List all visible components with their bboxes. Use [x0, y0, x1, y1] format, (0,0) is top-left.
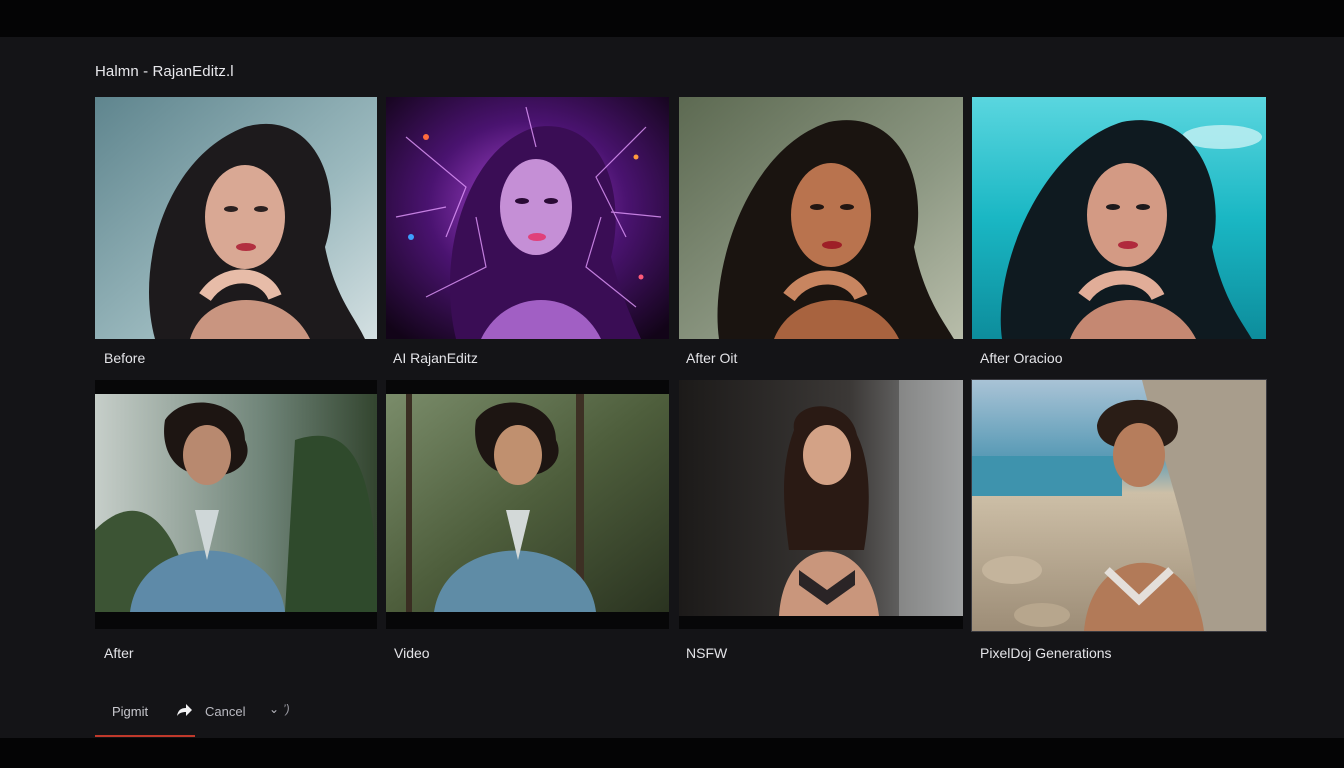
bottom-letterbox	[0, 738, 1344, 768]
portrait-image	[972, 380, 1266, 631]
thumb-caption: Video	[394, 645, 430, 661]
gallery-thumb-after[interactable]	[95, 380, 377, 629]
tab-print[interactable]: Pigmit	[112, 704, 148, 719]
portrait-image	[386, 97, 669, 339]
extra-mark: ’)	[283, 702, 290, 716]
share-arrow-icon[interactable]	[175, 701, 195, 721]
portrait-image	[679, 380, 963, 629]
portrait-image	[95, 97, 377, 339]
active-tab-indicator	[95, 735, 195, 737]
thumb-caption: AI RajanEditz	[393, 350, 478, 366]
bottom-toolbar: Pigmit Cancel ⌄ ’)	[95, 694, 395, 737]
thumb-caption: After Oit	[686, 350, 738, 366]
chevron-down-icon[interactable]: ⌄	[269, 702, 279, 716]
gallery-thumb-pixeldoj[interactable]	[971, 379, 1267, 632]
gallery-thumb-ai[interactable]	[386, 97, 669, 339]
gallery-thumb-after-oracioo[interactable]	[972, 97, 1266, 339]
cancel-button[interactable]: Cancel	[205, 704, 245, 719]
video-image	[386, 380, 669, 629]
gallery-thumb-before[interactable]	[95, 97, 377, 339]
portrait-image	[679, 97, 963, 339]
page-title: Halmn - RajanEditz.l	[95, 63, 234, 80]
gallery-thumb-after-oit[interactable]	[679, 97, 963, 339]
thumb-caption: After Oracioo	[980, 350, 1063, 366]
portrait-image	[95, 380, 377, 629]
gallery-thumb-video[interactable]	[386, 380, 669, 629]
top-letterbox	[0, 0, 1344, 37]
thumb-caption: PixelDoj Generations	[980, 645, 1112, 661]
thumb-caption: After	[104, 645, 134, 661]
gallery-thumb-nsfw[interactable]	[679, 380, 963, 629]
thumb-caption: NSFW	[686, 645, 728, 661]
thumb-caption: Before	[104, 350, 146, 366]
portrait-image	[972, 97, 1266, 339]
